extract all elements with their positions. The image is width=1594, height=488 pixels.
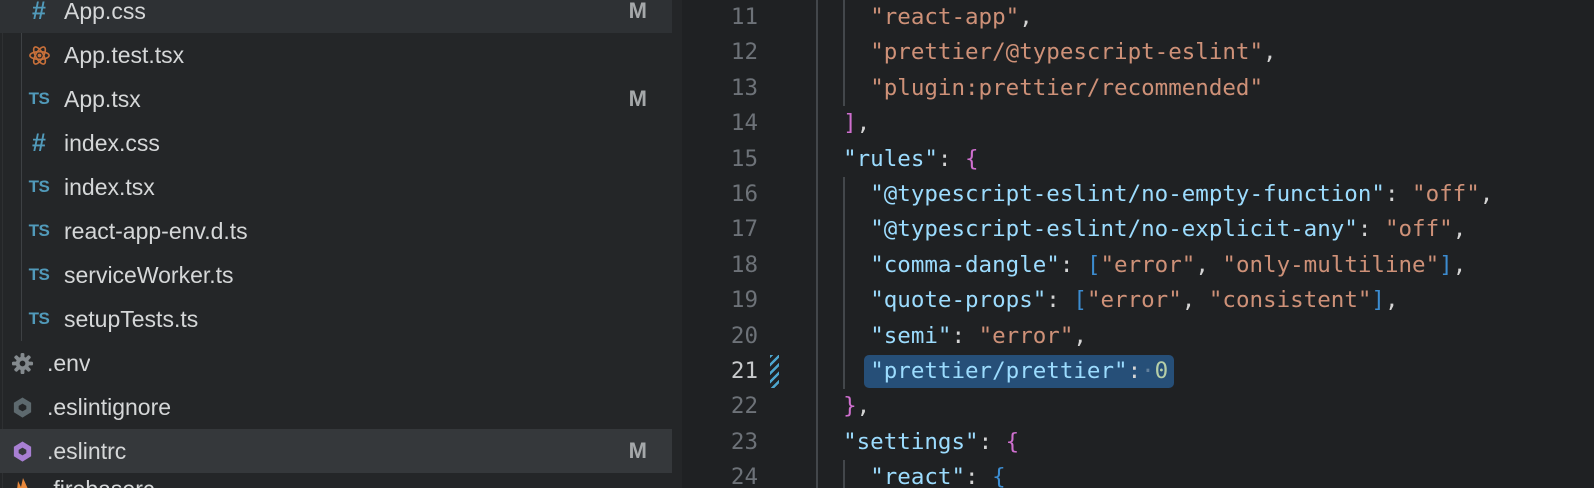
code-line-16[interactable]: 16 "@typescript-eslint/no-empty-function… (682, 177, 1594, 212)
file-name: .firebaserc (47, 476, 154, 488)
css-hash-icon: # (27, 0, 51, 24)
file-name: react-app-env.d.ts (64, 218, 248, 245)
code-editor[interactable]: 11 "react-app",12 "prettier/@typescript-… (682, 0, 1594, 488)
css-hash-icon: # (27, 130, 51, 156)
code-text[interactable]: "@typescript-eslint/no-explicit-any": "o… (816, 212, 1466, 247)
file-name: .eslintignore (47, 394, 171, 421)
code-text[interactable]: "prettier/prettier":·0 (816, 354, 1168, 389)
typescript-icon: TS (27, 174, 51, 200)
file-row-dot-firebaserc[interactable]: .firebaserc (0, 473, 672, 488)
line-number[interactable]: 16 (682, 177, 758, 212)
file-name: serviceWorker.ts (64, 262, 234, 289)
line-number[interactable]: 14 (682, 106, 758, 141)
code-line-11[interactable]: 11 "react-app", (682, 0, 1594, 35)
typescript-icon: TS (27, 306, 51, 332)
typescript-icon: TS (27, 86, 51, 112)
code-line-23[interactable]: 23 "settings": { (682, 425, 1594, 460)
git-modified-badge: M (629, 438, 647, 464)
modified-line-indicator (770, 355, 779, 388)
line-number[interactable]: 21 (682, 354, 758, 389)
line-number[interactable]: 12 (682, 35, 758, 70)
line-number[interactable]: 24 (682, 460, 758, 488)
file-row-App.css[interactable]: # App.css M (0, 0, 672, 33)
code-line-24[interactable]: 24 "react": { (682, 460, 1594, 488)
file-row-dot-eslintrc[interactable]: .eslintrc M (0, 429, 672, 473)
line-number[interactable]: 22 (682, 389, 758, 424)
line-number[interactable]: 17 (682, 212, 758, 247)
code-line-12[interactable]: 12 "prettier/@typescript-eslint", (682, 35, 1594, 70)
code-text[interactable]: ], (816, 106, 870, 141)
git-modified-badge: M (629, 0, 647, 24)
file-name: setupTests.ts (64, 306, 198, 333)
code-text[interactable]: "comma-dangle": ["error", "only-multilin… (816, 248, 1466, 283)
code-text[interactable]: }, (816, 389, 870, 424)
file-name: App.tsx (64, 86, 141, 113)
code-text[interactable]: "plugin:prettier/recommended" (816, 71, 1263, 106)
code-line-17[interactable]: 17 "@typescript-eslint/no-explicit-any":… (682, 212, 1594, 247)
line-number[interactable]: 20 (682, 319, 758, 354)
eslint-gray-icon (10, 394, 34, 420)
code-text[interactable]: "prettier/@typescript-eslint", (816, 35, 1277, 70)
explorer-sidebar: # App.css M App.test.tsx TS App.tsx M # index.cs… (0, 0, 682, 488)
code-line-14[interactable]: 14 ], (682, 106, 1594, 141)
code-line-18[interactable]: 18 "comma-dangle": ["error", "only-multi… (682, 248, 1594, 283)
code-line-20[interactable]: 20 "semi": "error", (682, 319, 1594, 354)
code-line-22[interactable]: 22 }, (682, 389, 1594, 424)
file-name: index.css (64, 130, 160, 157)
code-line-19[interactable]: 19 "quote-props": ["error", "consistent"… (682, 283, 1594, 318)
code-text[interactable]: "settings": { (816, 425, 1019, 460)
code-line-13[interactable]: 13 "plugin:prettier/recommended" (682, 71, 1594, 106)
file-row-index.tsx[interactable]: TS index.tsx (0, 165, 672, 209)
code-text[interactable]: "react": { (816, 460, 1006, 488)
code-text[interactable]: "rules": { (816, 142, 979, 177)
file-name: .eslintrc (47, 438, 126, 465)
file-row-serviceWorker.ts[interactable]: TS serviceWorker.ts (0, 253, 672, 297)
file-row-dot-env[interactable]: .env (0, 341, 672, 385)
code-line-15[interactable]: 15 "rules": { (682, 142, 1594, 177)
code-line-21[interactable]: 21 "prettier/prettier":·0 (682, 354, 1594, 389)
file-name: App.css (64, 0, 146, 25)
file-row-react-app-env.d.ts[interactable]: TS react-app-env.d.ts (0, 209, 672, 253)
file-name: App.test.tsx (64, 42, 184, 69)
code-text[interactable]: "@typescript-eslint/no-empty-function": … (816, 177, 1493, 212)
file-row-App.tsx[interactable]: TS App.tsx M (0, 77, 672, 121)
typescript-icon: TS (27, 262, 51, 288)
file-row-setupTests.ts[interactable]: TS setupTests.ts (0, 297, 672, 341)
line-number[interactable]: 19 (682, 283, 758, 318)
code-text[interactable]: "quote-props": ["error", "consistent"], (816, 283, 1399, 318)
line-number[interactable]: 11 (682, 0, 758, 35)
file-row-dot-eslintignore[interactable]: .eslintignore (0, 385, 672, 429)
react-test-icon (27, 42, 51, 68)
file-name: index.tsx (64, 174, 155, 201)
line-number[interactable]: 23 (682, 425, 758, 460)
selection-highlight: "prettier/prettier":·0 (864, 355, 1174, 388)
firebase-flame-icon (10, 476, 34, 488)
line-number[interactable]: 15 (682, 142, 758, 177)
line-number[interactable]: 18 (682, 248, 758, 283)
gear-icon (10, 350, 34, 376)
typescript-icon: TS (27, 218, 51, 244)
line-number[interactable]: 13 (682, 71, 758, 106)
code-text[interactable]: "react-app", (816, 0, 1033, 35)
code-text[interactable]: "semi": "error", (816, 319, 1087, 354)
git-modified-badge: M (629, 86, 647, 112)
file-row-index.css[interactable]: # index.css (0, 121, 672, 165)
file-row-App.test.tsx[interactable]: App.test.tsx (0, 33, 672, 77)
eslint-purple-icon (10, 438, 34, 464)
file-name: .env (47, 350, 90, 377)
